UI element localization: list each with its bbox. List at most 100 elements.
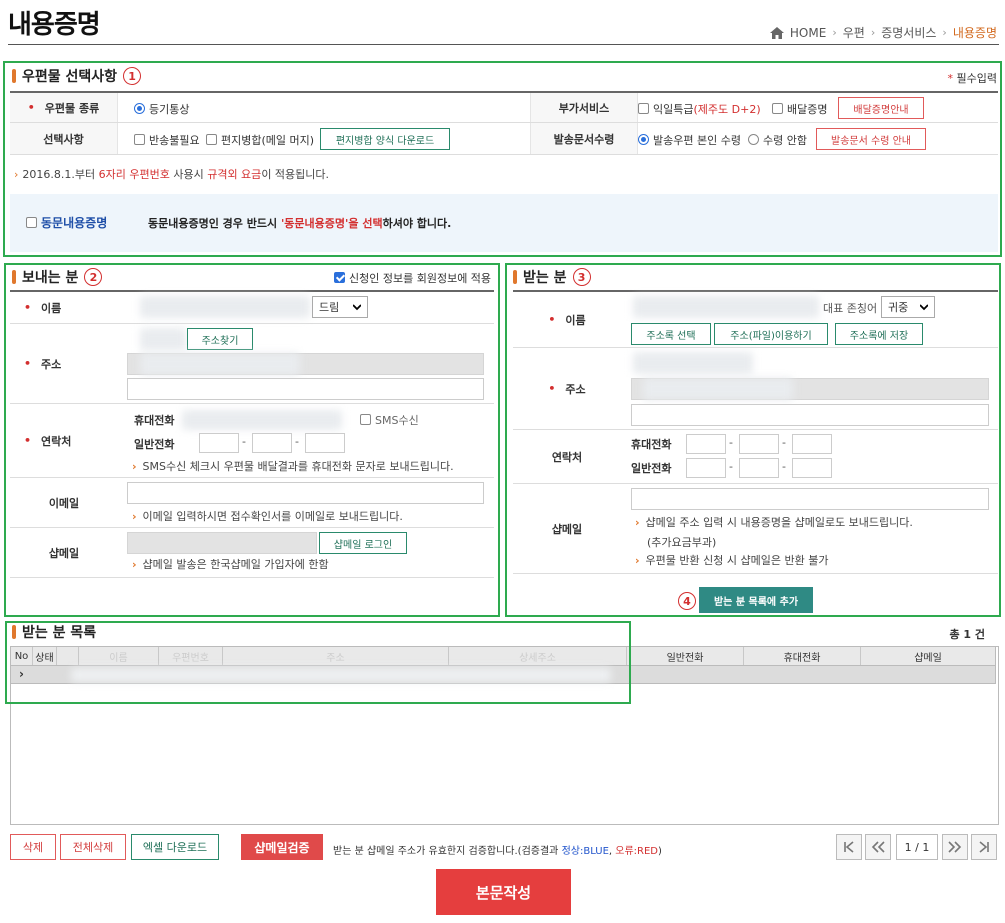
step-4-badge: 4 — [678, 592, 696, 610]
receiver-shmail-label: 샵메일 — [513, 484, 621, 573]
receiver-table: 이름 대표 존칭어 귀중 주소록 선택 주소(파일)이용하기 주소록에 저장 주… — [513, 290, 998, 574]
address-file-button[interactable]: 주소(파일)이용하기 — [714, 323, 828, 345]
receiver-name-row: 이름 대표 존칭어 귀중 주소록 선택 주소(파일)이용하기 주소록에 저장 — [513, 292, 998, 348]
add-to-list-button[interactable]: 받는 분 목록에 추가 — [699, 587, 813, 613]
title-bar-icon — [12, 270, 16, 284]
chevron-right-icon: › — [870, 26, 876, 39]
next-day-checkbox[interactable]: 익일특급(제주도 D+2) — [638, 101, 761, 117]
delete-button[interactable]: 삭제 — [10, 834, 56, 860]
step-2-badge: 2 — [84, 268, 103, 286]
sender-zipcode-input[interactable] — [140, 328, 186, 350]
chevron-right-icon: › — [832, 26, 837, 39]
sender-name-row: 이름 드림 — [10, 292, 494, 324]
page-title: 내용증명 — [8, 10, 101, 40]
sender-phone-1-input[interactable] — [199, 433, 239, 453]
sender-sms-note: SMS수신 체크시 우편물 배달결과를 휴대전화 문자로 보내드립니다. — [132, 458, 454, 474]
receiver-title: 받는 분 3 — [513, 267, 591, 287]
receiver-phone-3-input[interactable] — [792, 458, 832, 478]
sender-address-detail-input[interactable] — [127, 378, 484, 400]
mail-type-row: 우편물 종류 등기통상 부가서비스 익일특급(제주도 D+2) 배달증명 배달증… — [10, 93, 998, 123]
joint-cert-checkbox[interactable]: 동문내용증명 — [26, 214, 107, 231]
address-save-button[interactable]: 주소록에 저장 — [835, 323, 923, 345]
receiver-list-total: 총 1 건 — [949, 628, 985, 641]
receiver-address-label: 주소 — [513, 348, 621, 429]
shmail-verify-button[interactable]: 샵메일검증 — [241, 834, 323, 860]
delivery-guide-button[interactable]: 배달증명안내 — [838, 97, 924, 119]
receiver-name-input[interactable] — [633, 296, 819, 318]
receiver-mobile-3-input[interactable] — [792, 434, 832, 454]
doc-receive-self-radio[interactable]: 발송우편 본인 수령 — [638, 132, 741, 148]
sender-table: 이름 드림 주소 주소찾기 연락처 휴대전화 SMS수신 일반전화 - - SM… — [10, 290, 494, 578]
receiver-mobile-1-input[interactable] — [686, 434, 726, 454]
sender-address-row: 주소 주소찾기 — [10, 324, 494, 404]
chevron-right-icon: › — [942, 26, 947, 39]
mail-type-label: 우편물 종류 — [10, 93, 118, 122]
breadcrumb-post[interactable]: 우편 — [843, 24, 865, 41]
address-book-select-button[interactable]: 주소록 선택 — [631, 323, 711, 345]
delete-all-button[interactable]: 전체삭제 — [60, 834, 126, 860]
sender-mobile-label: 휴대전화 — [134, 414, 175, 427]
merge-checkbox[interactable]: 편지병합(메일 머지) — [206, 132, 314, 148]
receiver-mobile-2-input[interactable] — [739, 434, 779, 454]
step-1-badge: 1 — [123, 67, 142, 85]
mail-options-table: 우편물 종류 등기통상 부가서비스 익일특급(제주도 D+2) 배달증명 배달증… — [10, 91, 998, 155]
receiver-address-detail-input[interactable] — [631, 404, 989, 426]
receiver-honorific-select[interactable]: 귀중 — [881, 296, 935, 318]
sender-contact-label: 연락처 — [10, 404, 118, 477]
required-legend: * 필수입력 — [947, 72, 997, 85]
last-page-icon[interactable] — [971, 834, 997, 860]
return-unneeded-checkbox[interactable]: 반송불필요 — [134, 132, 200, 148]
next-page-icon[interactable] — [942, 834, 968, 860]
receiver-zipcode-input[interactable] — [633, 352, 753, 374]
sender-address-search-button[interactable]: 주소찾기 — [187, 328, 253, 350]
receiver-shmail-input[interactable] — [631, 488, 989, 510]
sender-phone-3-input[interactable] — [305, 433, 345, 453]
chevron-down-icon — [353, 304, 361, 311]
receiver-phone-1-input[interactable] — [686, 458, 726, 478]
sender-sms-checkbox[interactable]: SMS수신 — [360, 412, 419, 428]
breadcrumb-home[interactable]: HOME — [790, 26, 826, 40]
receiver-contact-row: 연락처 휴대전화 - - 일반전화 - - — [513, 430, 998, 484]
page-indicator: 1 / 1 — [896, 834, 938, 860]
doc-receive-label: 발송문서수령 — [530, 123, 638, 154]
joint-cert-panel: 동문내용증명 동문내용증명인 경우 반드시 '동문내용증명'을 선택하셔야 합니… — [10, 194, 998, 252]
merge-download-button[interactable]: 편지병합 양식 다운로드 — [320, 128, 450, 150]
sender-title: 보내는 분 2 — [12, 267, 103, 287]
col-phone[interactable]: 일반전화 — [627, 647, 744, 665]
sender-name-input[interactable] — [140, 296, 310, 318]
sender-address-label: 주소 — [10, 324, 118, 403]
mail-type-radio[interactable]: 등기통상 — [134, 101, 189, 117]
breadcrumb-cert[interactable]: 증명서비스 — [881, 24, 936, 41]
sender-shmail-input[interactable] — [127, 532, 317, 554]
delivery-cert-checkbox[interactable]: 배달증명 — [772, 101, 827, 117]
title-divider — [8, 44, 999, 45]
sender-phone-2-input[interactable] — [252, 433, 292, 453]
sender-email-input[interactable] — [127, 482, 484, 504]
receiver-phone-2-input[interactable] — [739, 458, 779, 478]
excel-download-button[interactable]: 엑셀 다운로드 — [131, 834, 219, 860]
sender-honorific-select[interactable]: 드림 — [312, 296, 368, 318]
first-page-icon[interactable] — [836, 834, 862, 860]
sender-contact-row: 연락처 휴대전화 SMS수신 일반전화 - - SMS수신 체크시 우편물 배달… — [10, 404, 494, 478]
write-content-button[interactable]: 본문작성 — [436, 869, 571, 915]
sender-mobile-input[interactable] — [182, 410, 342, 430]
receiver-shmail-note-1: 샵메일 주소 입력 시 내용증명을 샵메일로도 보내드립니다. — [635, 514, 913, 530]
mail-options-title: 우편물 선택사항 1 — [12, 66, 142, 86]
verify-note: 받는 분 샵메일 주소가 유효한지 검증합니다.(검증결과 정상:BLUE, 오… — [333, 846, 662, 857]
sender-email-note: 이메일 입력하시면 접수확인서를 이메일로 보내드립니다. — [132, 508, 403, 524]
col-shmail[interactable]: 샵메일 — [861, 647, 995, 665]
title-bar-icon — [12, 69, 16, 83]
receiver-contact-label: 연락처 — [513, 430, 621, 483]
apply-member-info-checkbox[interactable]: 신청인 정보를 회원정보에 적용 — [334, 270, 491, 286]
doc-receive-guide-button[interactable]: 발송문서 수령 안내 — [816, 128, 926, 150]
shmail-login-button[interactable]: 샵메일 로그인 — [319, 532, 407, 554]
prev-page-icon[interactable] — [865, 834, 891, 860]
doc-receive-none-radio[interactable]: 수령 안함 — [748, 132, 807, 148]
sender-shmail-label: 샵메일 — [10, 528, 118, 577]
receiver-shmail-note-2: (추가요금부과) — [647, 536, 717, 549]
postal-notice: › 2016.8.1.부터 6자리 우편번호 사용시 규격외 요금이 적용됩니다. — [14, 168, 330, 181]
col-mobile[interactable]: 휴대전화 — [744, 647, 861, 665]
joint-cert-desc: 동문내용증명인 경우 반드시 '동문내용증명'을 선택하셔야 합니다. — [148, 217, 452, 230]
receiver-shmail-row: 샵메일 샵메일 주소 입력 시 내용증명을 샵메일로도 보내드립니다. (추가요… — [513, 484, 998, 574]
breadcrumb: HOME › 우편 › 증명서비스 › 내용증명 — [769, 24, 997, 41]
